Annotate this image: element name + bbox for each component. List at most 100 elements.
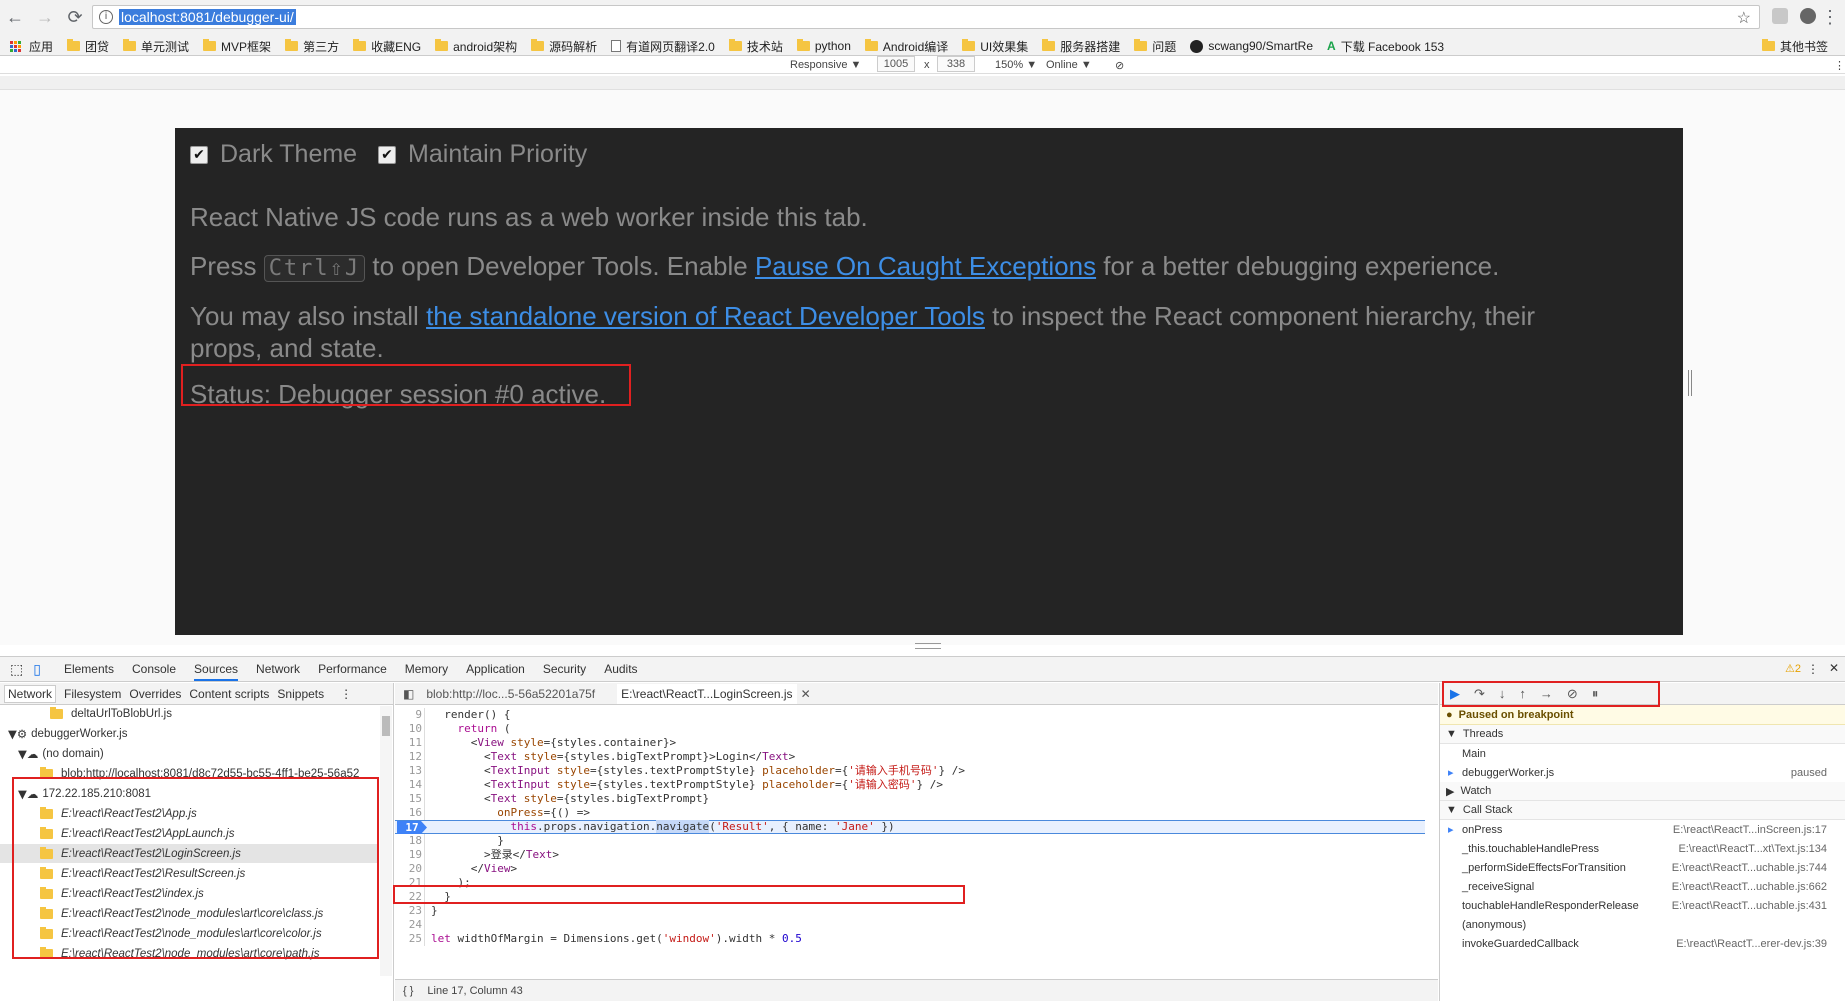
tab-memory[interactable]: Memory <box>405 662 448 676</box>
url-text[interactable]: localhost:8081/debugger-ui/ <box>119 9 296 25</box>
star-icon[interactable]: ☆ <box>1737 8 1751 28</box>
bookmark-item[interactable]: 单元测试 <box>123 38 189 55</box>
line-number[interactable]: 25 <box>395 932 425 946</box>
bookmark-item[interactable]: 源码解析 <box>531 38 597 55</box>
reload-icon[interactable]: ⟳ <box>60 2 90 32</box>
call-frame[interactable]: (anonymous) <box>1440 915 1845 934</box>
width-input[interactable]: 1005 <box>877 56 915 72</box>
tab-elements[interactable]: Elements <box>64 662 114 676</box>
bookmark-item[interactable]: 收藏ENG <box>353 38 421 55</box>
bookmark-item[interactable]: python <box>796 39 851 53</box>
tab-console[interactable]: Console <box>132 662 176 676</box>
bookmark-item[interactable]: scwang90/SmartRe <box>1190 39 1313 53</box>
tree-item[interactable]: ▼⚙ debuggerWorker.js <box>0 724 378 743</box>
line-number[interactable]: 19 <box>395 848 425 862</box>
call-frame[interactable]: _performSideEffectsForTransition E:\react… <box>1440 858 1845 877</box>
navigator-tab[interactable]: Filesystem <box>64 687 121 701</box>
call-frame[interactable]: onPress E:\react\ReactT...inScreen.js:17 <box>1440 820 1845 839</box>
extension-icon[interactable] <box>1800 8 1816 24</box>
thread-item[interactable]: Main <box>1440 744 1845 763</box>
breakpoint-marker[interactable]: 17 <box>397 821 427 834</box>
navigator-tab[interactable]: Overrides <box>129 687 181 701</box>
line-number[interactable]: 13 <box>395 764 425 778</box>
line-number[interactable]: 15 <box>395 792 425 806</box>
line-number[interactable]: 11 <box>395 736 425 750</box>
inspect-icon[interactable]: ⬚ <box>10 661 23 678</box>
navigator-tab[interactable]: Network <box>4 684 57 703</box>
dark-theme-checkbox[interactable]: ✔ <box>190 146 208 165</box>
thread-item[interactable]: debuggerWorker.js paused <box>1440 763 1845 782</box>
bookmark-label: 收藏ENG <box>371 39 422 54</box>
bookmark-item[interactable]: 技术站 <box>728 38 783 55</box>
call-frame[interactable]: _receiveSignal E:\react\ReactT...uchable.… <box>1440 877 1845 896</box>
device-mode-select[interactable]: Responsive ▼ <box>790 59 861 71</box>
device-toggle-icon[interactable]: ▯ <box>33 661 41 678</box>
navigator-scrollbar[interactable] <box>380 706 392 976</box>
line-number[interactable]: 20 <box>395 862 425 876</box>
tab-performance[interactable]: Performance <box>318 662 387 676</box>
bookmark-item[interactable]: 服务器搭建 <box>1042 38 1120 55</box>
watch-section[interactable]: ▶ Watch <box>1440 782 1845 801</box>
line-number[interactable]: 23 <box>395 904 425 918</box>
network-select[interactable]: Online ▼ <box>1046 59 1092 71</box>
line-number[interactable]: 16 <box>395 806 425 820</box>
toggle-navigator-icon[interactable]: ◧ <box>403 687 414 701</box>
navigator-tab[interactable]: Content scripts <box>189 687 269 701</box>
devtools-close-icon[interactable]: ✕ <box>1829 661 1839 675</box>
more-options-icon[interactable]: ⋮ <box>1834 59 1845 72</box>
code-editor[interactable]: 9 render() {10 return (11 <View style={s… <box>395 706 1425 976</box>
bookmark-item[interactable]: UI效果集 <box>962 38 1028 55</box>
bookmark-item[interactable]: android架构 <box>435 38 517 55</box>
bookmark-item[interactable]: 问题 <box>1134 38 1176 55</box>
editor-tab[interactable]: blob:http://loc...5-56a52201a75f <box>426 687 595 701</box>
bookmark-item[interactable]: MVP框架 <box>203 38 271 55</box>
forward-icon[interactable]: → <box>30 2 60 32</box>
menu-icon[interactable]: ⋮ <box>1815 2 1845 32</box>
tab-sources[interactable]: Sources <box>194 662 239 681</box>
bookmark-item[interactable]: 其他书签 <box>1762 38 1828 55</box>
devtools-menu-icon[interactable]: ⋮ <box>1807 662 1819 676</box>
viewport-resize-handle[interactable] <box>1688 370 1692 396</box>
call-frame[interactable]: touchableHandleResponderRelease E:\react\… <box>1440 896 1845 915</box>
threads-section[interactable]: ▼ Threads <box>1440 725 1845 744</box>
line-number[interactable]: 10 <box>395 722 425 736</box>
line-number[interactable]: 18 <box>395 834 425 848</box>
format-icon[interactable]: { } <box>403 985 413 997</box>
close-icon[interactable]: ✕ <box>801 687 811 701</box>
bookmark-item[interactable]: A 下载 Facebook 153 <box>1327 38 1444 55</box>
line-number[interactable]: 14 <box>395 778 425 792</box>
navigator-menu-icon[interactable]: ⋮ <box>340 687 352 701</box>
bookmark-item[interactable]: 团贷 <box>67 38 109 55</box>
back-icon[interactable]: ← <box>0 2 30 32</box>
height-input[interactable]: 338 <box>937 56 975 72</box>
line-number[interactable]: 9 <box>395 708 425 722</box>
bookmark-item[interactable]: Android编译 <box>864 38 948 55</box>
info-icon[interactable]: i <box>99 10 113 24</box>
viewport-bottom-grip[interactable] <box>915 643 941 649</box>
warning-count[interactable]: ⚠2 <box>1785 662 1801 675</box>
address-bar[interactable]: i localhost:8081/debugger-ui/ ☆ <box>92 5 1760 29</box>
tab-security[interactable]: Security <box>543 662 586 676</box>
editor-tab[interactable]: E:\react\ReactT...LoginScreen.js <box>617 683 797 704</box>
tree-item[interactable]: ▼☁ (no domain) <box>0 744 378 763</box>
navigator-tab[interactable]: Snippets <box>277 687 324 701</box>
folder-icon <box>1762 39 1775 51</box>
call-frame[interactable]: _this.touchableHandlePress E:\react\React… <box>1440 839 1845 858</box>
bookmark-item[interactable]: 应用 <box>0 38 53 55</box>
line-number[interactable]: 12 <box>395 750 425 764</box>
bookmark-item[interactable]: 有道网页翻译2.0 <box>611 38 715 55</box>
tab-network[interactable]: Network <box>256 662 300 676</box>
call-stack-section[interactable]: ▼ Call Stack <box>1440 801 1845 820</box>
react-devtools-link[interactable]: the standalone version of React Develope… <box>426 301 985 331</box>
call-frame[interactable]: invokeGuardedCallback E:\react\ReactT...e… <box>1440 934 1845 953</box>
pause-exceptions-link[interactable]: Pause On Caught Exceptions <box>755 251 1096 281</box>
tab-audits[interactable]: Audits <box>604 662 637 676</box>
zoom-select[interactable]: 150% ▼ <box>995 59 1037 71</box>
bookmark-item[interactable]: 第三方 <box>285 38 339 55</box>
tab-application[interactable]: Application <box>466 662 525 676</box>
tree-item[interactable]: deltaUrlToBlobUrl.js <box>0 706 378 723</box>
extension-icon[interactable] <box>1772 8 1788 24</box>
maintain-priority-checkbox[interactable]: ✔ <box>378 146 397 165</box>
rotate-icon[interactable]: ⊘ <box>1115 59 1124 72</box>
line-number[interactable]: 24 <box>395 918 425 932</box>
